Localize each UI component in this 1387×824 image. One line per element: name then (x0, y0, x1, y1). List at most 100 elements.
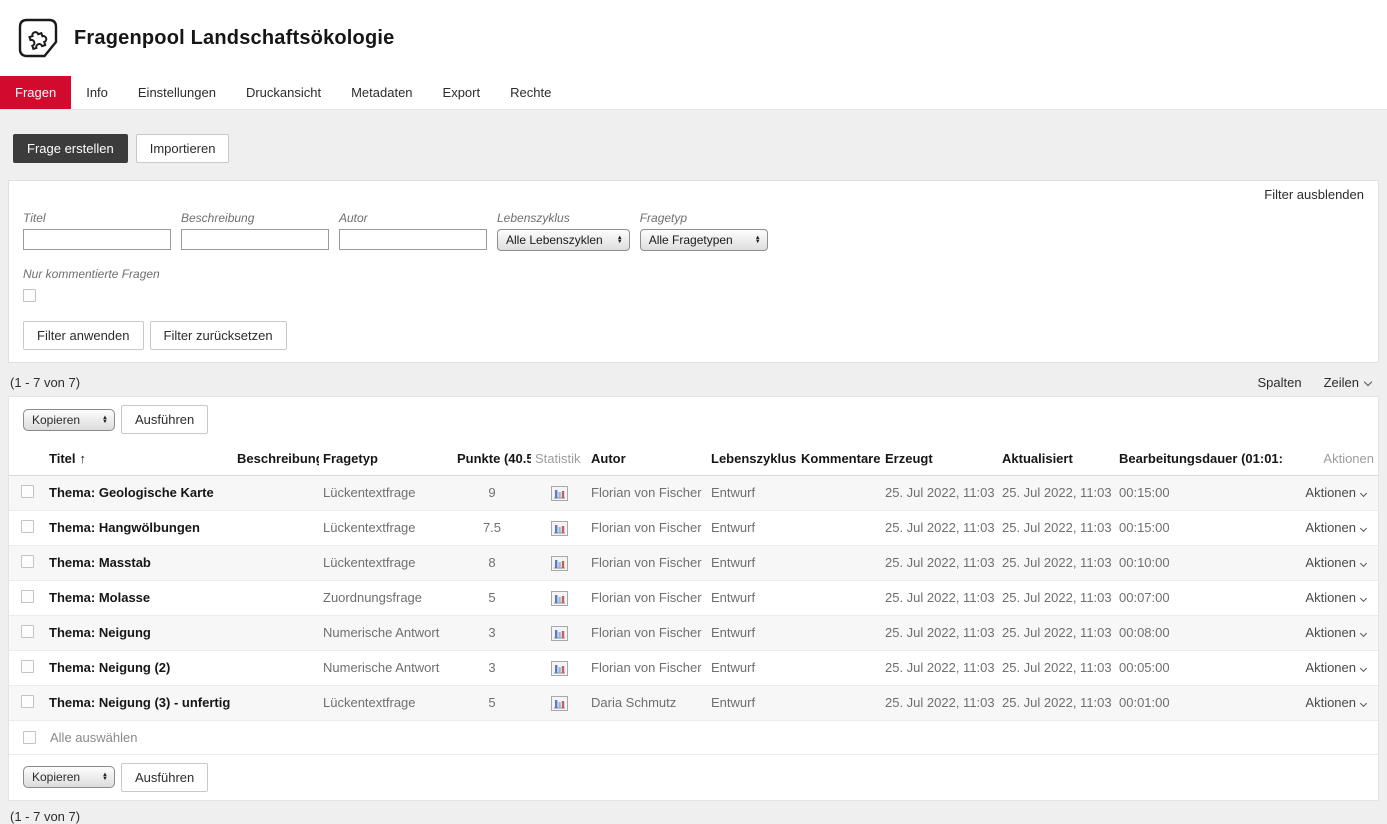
col-header-beschreibung[interactable]: Beschreibung (233, 442, 319, 475)
statistics-icon[interactable] (551, 521, 568, 536)
question-created: 25. Jul 2022, 11:03 (881, 510, 998, 545)
tab-export[interactable]: Export (428, 76, 496, 109)
row-actions-dropdown[interactable]: Aktionen (1305, 660, 1374, 675)
statistics-icon[interactable] (551, 591, 568, 606)
question-title[interactable]: Thema: Masstab (45, 545, 233, 580)
col-header-autor[interactable]: Autor (587, 442, 707, 475)
col-header-kommentare[interactable]: Kommentare (797, 442, 881, 475)
col-header-bearbeitungsdauer[interactable]: Bearbeitungsdauer (01:01:00) (1115, 442, 1283, 475)
filter-panel: Filter ausblenden Titel Beschreibung Aut… (8, 180, 1379, 363)
question-type: Lückentextfrage (319, 510, 453, 545)
autor-filter-input[interactable] (339, 229, 487, 250)
row-actions-dropdown[interactable]: Aktionen (1305, 520, 1374, 535)
row-checkbox[interactable] (21, 555, 34, 568)
statistics-icon[interactable] (551, 556, 568, 571)
lebenszyklus-select-value: Alle Lebenszyklen (506, 233, 603, 247)
apply-filter-button[interactable]: Filter anwenden (23, 321, 144, 350)
col-header-erzeugt[interactable]: Erzeugt (881, 442, 998, 475)
question-title[interactable]: Thema: Neigung (45, 615, 233, 650)
row-checkbox[interactable] (21, 625, 34, 638)
bulk-action-select-top[interactable]: Kopieren ▲▼ (23, 409, 115, 431)
question-description (233, 510, 319, 545)
columns-selector[interactable]: Spalten (1257, 375, 1301, 390)
hide-filter-link[interactable]: Filter ausblenden (1264, 187, 1364, 202)
question-table: Titel↑ Beschreibung Fragetyp Punkte (40.… (9, 442, 1378, 721)
row-checkbox[interactable] (21, 485, 34, 498)
row-checkbox[interactable] (21, 660, 34, 673)
question-title[interactable]: Thema: Geologische Karte (45, 475, 233, 510)
question-updated: 25. Jul 2022, 11:03 (998, 580, 1115, 615)
question-points: 3 (453, 650, 531, 685)
question-lifecycle: Entwurf (707, 685, 797, 720)
action-toolbar: Frage erstellen Importieren (13, 134, 1374, 163)
row-actions-dropdown[interactable]: Aktionen (1305, 625, 1374, 640)
question-title[interactable]: Thema: Molasse (45, 580, 233, 615)
chevron-down-icon (1360, 630, 1367, 637)
statistics-icon[interactable] (551, 486, 568, 501)
question-author: Florian von Fischer (587, 475, 707, 510)
bulk-action-select-bottom[interactable]: Kopieren ▲▼ (23, 766, 115, 788)
import-button[interactable]: Importieren (136, 134, 230, 163)
question-title[interactable]: Thema: Hangwölbungen (45, 510, 233, 545)
commented-only-checkbox[interactable] (23, 289, 36, 302)
question-title[interactable]: Thema: Neigung (2) (45, 650, 233, 685)
col-header-punkte[interactable]: Punkte (40.5) (453, 442, 531, 475)
updown-arrows-icon: ▲▼ (102, 773, 108, 781)
col-header-fragetyp[interactable]: Fragetyp (319, 442, 453, 475)
question-title[interactable]: Thema: Neigung (3) - unfertig (45, 685, 233, 720)
tab-fragen[interactable]: Fragen (0, 76, 71, 109)
tab-einstellungen[interactable]: Einstellungen (123, 76, 231, 109)
lebenszyklus-select[interactable]: Alle Lebenszyklen ▲▼ (497, 229, 630, 251)
statistics-icon[interactable] (551, 626, 568, 641)
question-duration: 00:07:00 (1115, 580, 1283, 615)
titel-filter-input[interactable] (23, 229, 171, 250)
row-checkbox[interactable] (21, 520, 34, 533)
question-comments (797, 475, 881, 510)
question-points: 9 (453, 475, 531, 510)
question-table-card: Kopieren ▲▼ Ausführen Titel↑ Beschreibun… (8, 396, 1379, 801)
chevron-down-icon (1360, 700, 1367, 707)
question-lifecycle: Entwurf (707, 580, 797, 615)
row-actions-dropdown[interactable]: Aktionen (1305, 590, 1374, 605)
question-created: 25. Jul 2022, 11:03 (881, 475, 998, 510)
row-actions-dropdown[interactable]: Aktionen (1305, 695, 1374, 710)
statistics-icon[interactable] (551, 661, 568, 676)
table-row: Thema: Neigung Numerische Antwort 3 Flor… (9, 615, 1378, 650)
tab-rechte[interactable]: Rechte (495, 76, 566, 109)
table-row: Thema: Hangwölbungen Lückentextfrage 7.5… (9, 510, 1378, 545)
question-comments (797, 615, 881, 650)
execute-button-bottom[interactable]: Ausführen (121, 763, 208, 792)
fragetyp-select[interactable]: Alle Fragetypen ▲▼ (640, 229, 768, 251)
tab-info[interactable]: Info (71, 76, 123, 109)
question-created: 25. Jul 2022, 11:03 (881, 580, 998, 615)
row-checkbox[interactable] (21, 590, 34, 603)
table-row: Thema: Neigung (3) - unfertig Lückentext… (9, 685, 1378, 720)
tab-druckansicht[interactable]: Druckansicht (231, 76, 336, 109)
create-question-button[interactable]: Frage erstellen (13, 134, 128, 163)
execute-button-top[interactable]: Ausführen (121, 405, 208, 434)
col-header-titel[interactable]: Titel↑ (45, 442, 233, 475)
question-type: Zuordnungsfrage (319, 580, 453, 615)
tab-metadaten[interactable]: Metadaten (336, 76, 427, 109)
row-checkbox[interactable] (21, 695, 34, 708)
row-actions-dropdown[interactable]: Aktionen (1305, 555, 1374, 570)
updown-arrows-icon: ▲▼ (102, 416, 108, 424)
beschreibung-filter-input[interactable] (181, 229, 329, 250)
chevron-down-icon (1360, 560, 1367, 567)
col-header-aktualisiert[interactable]: Aktualisiert (998, 442, 1115, 475)
question-description (233, 475, 319, 510)
question-created: 25. Jul 2022, 11:03 (881, 545, 998, 580)
rows-selector[interactable]: Zeilen (1324, 375, 1371, 390)
question-updated: 25. Jul 2022, 11:03 (998, 545, 1115, 580)
col-header-lebenszyklus[interactable]: Lebenszyklus (707, 442, 797, 475)
statistics-icon[interactable] (551, 696, 568, 711)
table-row: Thema: Neigung (2) Numerische Antwort 3 … (9, 650, 1378, 685)
question-author: Florian von Fischer (587, 580, 707, 615)
reset-filter-button[interactable]: Filter zurücksetzen (150, 321, 287, 350)
tab-bar: Fragen Info Einstellungen Druckansicht M… (0, 76, 1387, 110)
question-created: 25. Jul 2022, 11:03 (881, 685, 998, 720)
app-header: Fragenpool Landschaftsökologie (0, 0, 1387, 76)
row-actions-dropdown[interactable]: Aktionen (1305, 485, 1374, 500)
select-all-row: Alle auswählen (9, 721, 1378, 755)
select-all-checkbox[interactable] (23, 731, 36, 744)
